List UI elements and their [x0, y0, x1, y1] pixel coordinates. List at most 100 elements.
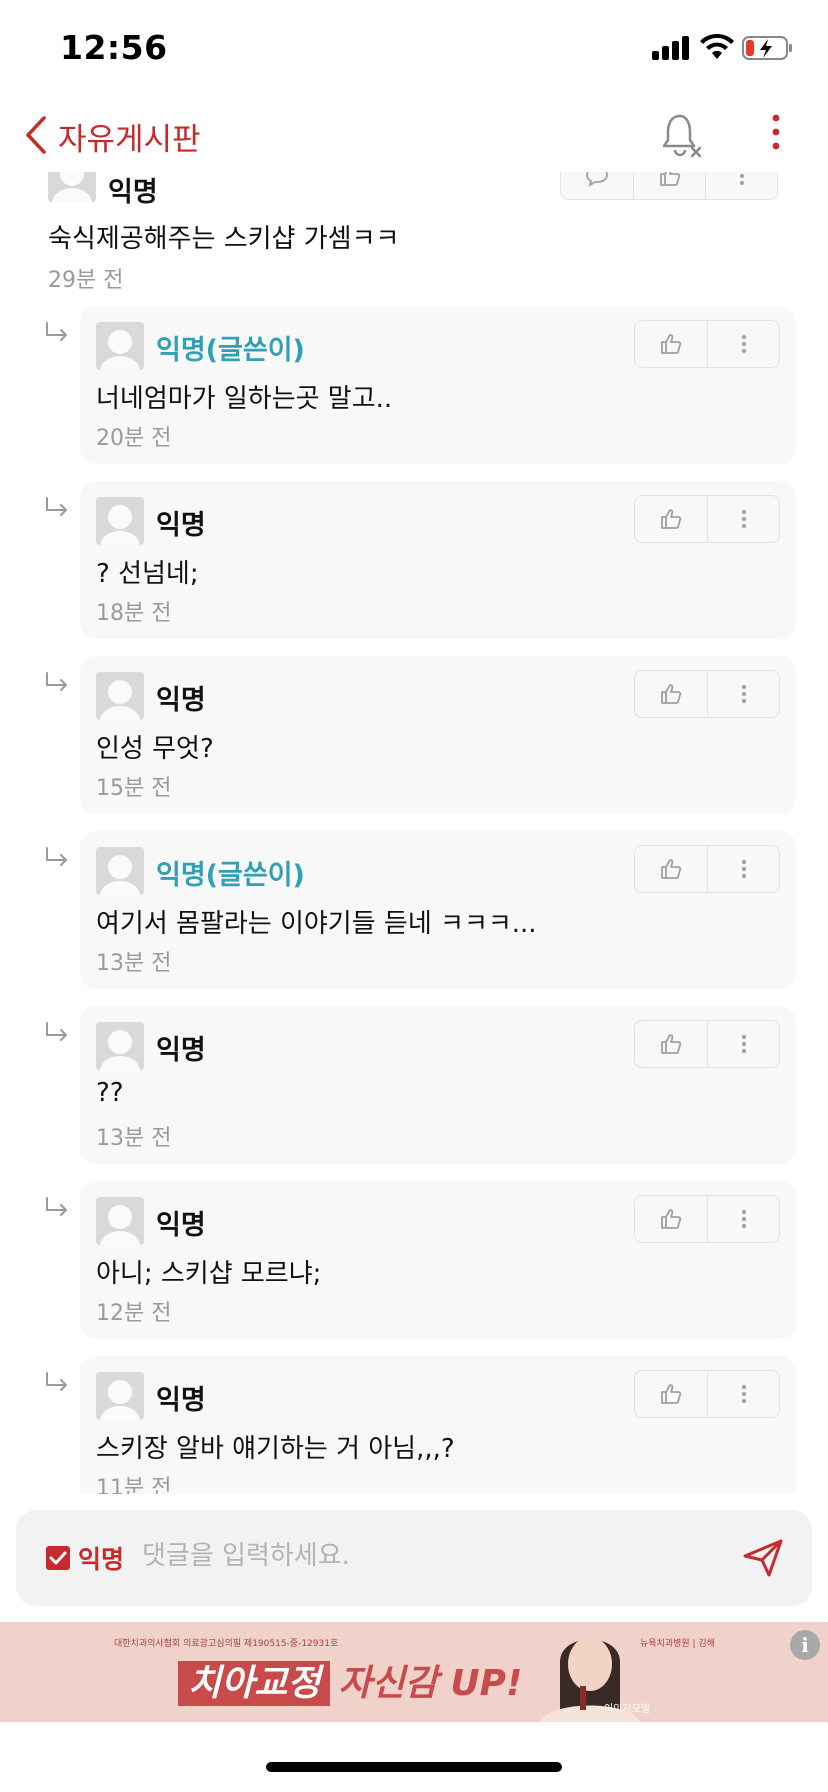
reply-card: 익명 아니; 스키샵 모르냐; 12분 전 [80, 1181, 796, 1339]
comment-time: 13분 전 [96, 1126, 172, 1151]
thumbs-up-icon [661, 684, 682, 704]
comment-more-button[interactable] [707, 1196, 779, 1242]
comment: 익명 숙식제공해주는 스키샵 가셈ㅋㅋ 29분 전 [0, 172, 828, 296]
reply-comment: 익명(글쓴이) 너네엄마가 일하는곳 말고.. 20분 전 [0, 306, 828, 466]
comment-more-button[interactable] [707, 846, 779, 892]
comment-author: 익명(글쓴이) [156, 860, 305, 891]
reply-arrow-icon [46, 1372, 67, 1391]
status-time: 12:56 [60, 28, 168, 67]
comment-actions [634, 495, 780, 543]
comment-author: 익명 [156, 1385, 206, 1416]
thumbs-up-icon [661, 859, 682, 879]
comment-more-button[interactable] [707, 671, 779, 717]
ad-caption: 이미지모델 [604, 1704, 650, 1715]
comment-text: 인성 무엇? [96, 734, 214, 764]
comment-author: 익명(글쓴이) [156, 335, 305, 366]
reply-arrow-icon [46, 497, 67, 516]
ad-headline: 치아교정 자신감 UP! [178, 1654, 523, 1706]
like-button[interactable] [635, 1196, 707, 1242]
comment-text: 여기서 몸팔라는 이야기들 듣네 ㅋㅋㅋ... [96, 909, 537, 939]
comment-more-button[interactable] [707, 321, 779, 367]
avatar [96, 672, 144, 720]
more-vertical-icon [742, 685, 746, 703]
comment-input-bar: 익명 [16, 1510, 812, 1606]
ad-banner[interactable]: 대한치과의사협회 의료광고심의필 제190515-중-12931호 뉴욕치과병원… [0, 1622, 828, 1722]
home-indicator [266, 1762, 562, 1772]
comment-text: 숙식제공해주는 스키샵 가셈ㅋㅋ [48, 224, 400, 254]
comment-actions [560, 172, 778, 200]
like-button[interactable] [635, 671, 707, 717]
anonymous-label[interactable]: 익명 [78, 1540, 124, 1576]
comment-time: 20분 전 [96, 426, 172, 451]
reply-arrow-icon [46, 672, 67, 691]
like-button[interactable] [635, 496, 707, 542]
comment-actions [634, 1370, 780, 1418]
status-bar: 12:56 [0, 0, 828, 100]
reply-card: 익명 ?? 13분 전 [80, 1006, 796, 1164]
reply-arrow-icon [46, 1197, 67, 1216]
reply-comment: 익명 스키장 알바 얘기하는 거 아님,,,? 11분 전 [0, 1356, 828, 1494]
reply-card: 익명 인성 무엇? 15분 전 [80, 656, 796, 814]
like-button[interactable] [633, 172, 705, 199]
avatar [96, 497, 144, 545]
comment-time: 15분 전 [96, 776, 172, 801]
comment-author: 익명 [156, 510, 206, 541]
reply-card: 익명(글쓴이) 여기서 몸팔라는 이야기들 듣네 ㅋㅋㅋ... 13분 전 [80, 831, 796, 989]
comment-more-button[interactable] [707, 1021, 779, 1067]
send-icon[interactable] [742, 1538, 784, 1578]
comment-more-button[interactable] [707, 1371, 779, 1417]
more-vertical-icon [742, 1210, 746, 1228]
like-button[interactable] [635, 846, 707, 892]
wifi-icon [700, 34, 734, 59]
reply-card: 익명 ? 선넘네; 18분 전 [80, 481, 796, 639]
more-vertical-icon [742, 1035, 746, 1053]
comment-author: 익명 [156, 1210, 206, 1241]
reply-arrow-icon [46, 1022, 67, 1041]
more-vertical-icon [742, 335, 746, 353]
comment-author: 익명 [156, 685, 206, 716]
comment-input[interactable] [142, 1536, 602, 1576]
avatar [96, 1372, 144, 1420]
reply-comment: 익명 아니; 스키샵 모르냐; 12분 전 [0, 1181, 828, 1341]
page-title: 자유게시판 [58, 122, 201, 158]
info-icon[interactable]: i [790, 1630, 820, 1660]
comment-time: 13분 전 [96, 951, 172, 976]
comment-more-button[interactable] [707, 496, 779, 542]
reply-comment: 익명 ?? 13분 전 [0, 1006, 828, 1166]
comment-time: 11분 전 [96, 1476, 172, 1494]
chevron-left-icon[interactable] [22, 112, 52, 158]
comment-actions [634, 320, 780, 368]
ad-disclaimer: 대한치과의사협회 의료광고심의필 제190515-중-12931호 [114, 1639, 339, 1649]
more-vertical-icon[interactable] [766, 112, 786, 156]
like-button[interactable] [635, 1371, 707, 1417]
comment-author: 익명 [108, 177, 158, 208]
comment-text: 너네엄마가 일하는곳 말고.. [96, 384, 393, 414]
bell-off-icon[interactable] [660, 110, 704, 160]
avatar [96, 1197, 144, 1245]
comment-more-button[interactable] [705, 172, 777, 199]
ad-headline-part2: 자신감 UP! [338, 1663, 523, 1704]
comment-text: 스키장 알바 얘기하는 거 아님,,,? [96, 1434, 455, 1464]
thumbs-up-icon [661, 1209, 682, 1229]
reply-card: 익명 스키장 알바 얘기하는 거 아님,,,? 11분 전 [80, 1356, 796, 1494]
comment-actions [634, 845, 780, 893]
avatar [96, 322, 144, 370]
like-button[interactable] [635, 321, 707, 367]
reply-card: 익명(글쓴이) 너네엄마가 일하는곳 말고.. 20분 전 [80, 306, 796, 464]
more-vertical-icon [740, 174, 744, 185]
anonymous-checkbox[interactable] [46, 1546, 70, 1570]
reply-comment: 익명(글쓴이) 여기서 몸팔라는 이야기들 듣네 ㅋㅋㅋ... 13분 전 [0, 831, 828, 991]
comment-text: 아니; 스키샵 모르냐; [96, 1259, 322, 1289]
thumbs-up-icon [661, 1034, 682, 1054]
comment-list[interactable]: 익명 숙식제공해주는 스키샵 가셈ㅋㅋ 29분 전 익명(글쓴이) 너네엄마가 … [0, 172, 828, 1494]
reply-button[interactable] [561, 172, 633, 199]
thumbs-up-icon [661, 334, 682, 354]
comment-time: 12분 전 [96, 1301, 172, 1326]
reply-comment: 익명 인성 무엇? 15분 전 [0, 656, 828, 816]
reply-arrow-icon [46, 322, 67, 341]
speech-bubble-icon [586, 172, 608, 187]
comment-text: ? 선넘네; [96, 559, 199, 589]
like-button[interactable] [635, 1021, 707, 1067]
comment-time: 18분 전 [96, 601, 172, 626]
comment-actions [634, 670, 780, 718]
